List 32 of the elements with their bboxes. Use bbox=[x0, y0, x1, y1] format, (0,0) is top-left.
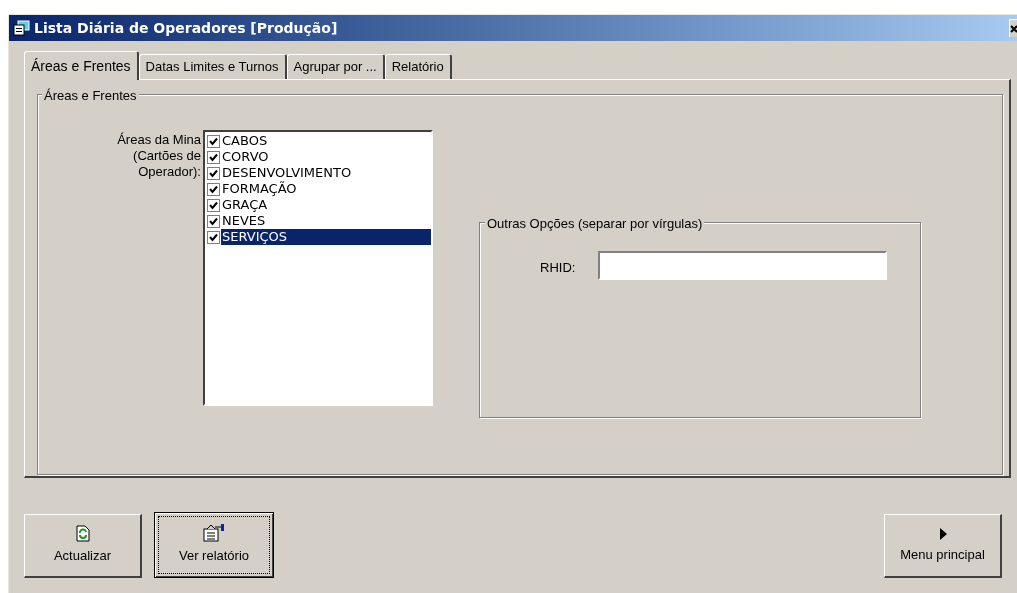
play-icon bbox=[937, 526, 948, 541]
checkbox[interactable] bbox=[207, 230, 220, 244]
list-item[interactable]: DESENVOLVIMENTO bbox=[221, 165, 431, 181]
list-item[interactable]: FORMAÇÃO bbox=[221, 181, 431, 197]
checkbox[interactable] bbox=[207, 214, 220, 228]
close-button[interactable] bbox=[1009, 19, 1017, 37]
checkbox[interactable] bbox=[207, 166, 220, 180]
tab[interactable]: Relatório bbox=[384, 54, 452, 79]
report-icon bbox=[202, 524, 226, 543]
area-list[interactable]: CABOS CORVO DESENVOLVIMENTO FORMAÇÃO GRAÇA NEVES SERVIÇOS bbox=[203, 130, 433, 406]
checkbox[interactable] bbox=[207, 150, 220, 164]
rhid-field[interactable] bbox=[598, 251, 887, 280]
list-item[interactable]: CORVO bbox=[221, 149, 431, 165]
tab[interactable]: Datas Limites e Turnos bbox=[138, 54, 287, 79]
list-item[interactable]: GRAÇA bbox=[221, 197, 431, 213]
checkbox[interactable] bbox=[207, 182, 220, 196]
rhid-label: RHID: bbox=[540, 259, 576, 277]
menu-button[interactable]: Menu principal bbox=[884, 514, 1002, 578]
tab[interactable]: Agrupar por ... bbox=[286, 54, 385, 79]
refresh-icon bbox=[75, 525, 90, 543]
tab[interactable]: Áreas e Frentes bbox=[24, 51, 139, 80]
checkbox[interactable] bbox=[207, 134, 220, 148]
close-icon bbox=[1010, 24, 1017, 33]
list-label: Áreas da Mina (Cartões de Operador): bbox=[116, 132, 201, 180]
refresh-button[interactable]: Actualizar bbox=[24, 514, 142, 578]
list-item[interactable]: SERVIÇOS bbox=[221, 229, 431, 245]
list-item[interactable]: NEVES bbox=[221, 213, 431, 229]
list-item[interactable]: CABOS bbox=[221, 133, 431, 149]
window-icon bbox=[13, 20, 31, 36]
window-title: Lista Diária de Operadores [Produção] bbox=[34, 18, 338, 38]
checkbox[interactable] bbox=[207, 198, 220, 212]
report-button[interactable]: Ver relatório bbox=[154, 512, 274, 578]
